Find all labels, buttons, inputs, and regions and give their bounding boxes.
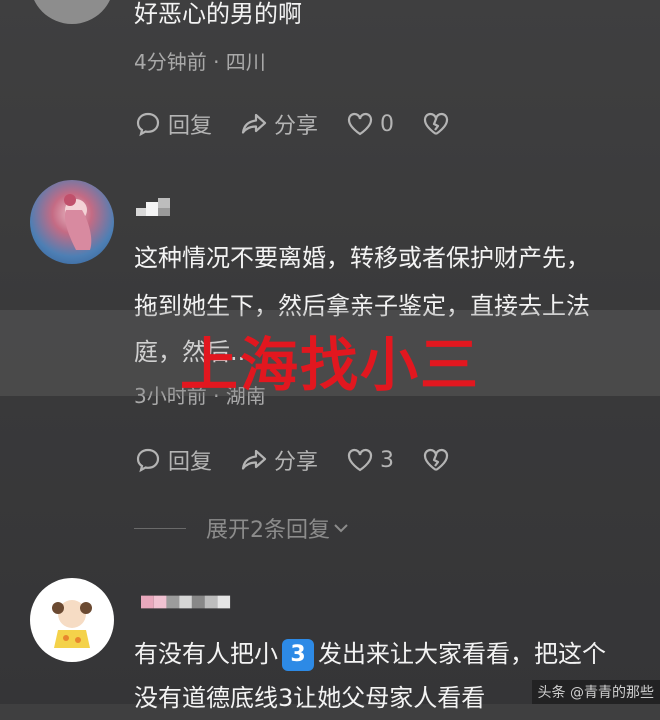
expand-replies-label: 展开2条回复 <box>206 518 330 543</box>
reply-button[interactable]: 回复 <box>134 444 212 476</box>
comment-meta: 4分钟前 · 四川 <box>134 50 266 74</box>
avatar-illustration <box>52 600 92 648</box>
share-icon <box>241 449 267 470</box>
watermark: 头条 @青青的那些 <box>531 680 660 704</box>
share-button[interactable]: 分享 <box>240 108 318 140</box>
broken-heart-icon <box>423 448 449 471</box>
broken-heart-icon <box>423 112 449 135</box>
divider-line <box>134 527 186 529</box>
comment-text-line-1: 有没有人把小 3 发出来让大家看看，把这个 <box>134 632 660 676</box>
number-badge: 3 <box>282 639 314 671</box>
overlay-caption: 上海找小三 <box>180 331 481 399</box>
share-label: 分享 <box>274 114 319 139</box>
dislike-button[interactable] <box>422 110 456 138</box>
like-button[interactable]: 0 <box>346 110 394 138</box>
username-blurred <box>136 198 170 216</box>
comment-text-after-badge: 发出来让大家看看，把这个 <box>318 640 606 668</box>
like-count: 3 <box>380 447 395 473</box>
comment-actions: 回复 分享 0 <box>134 108 484 140</box>
username-blurred <box>141 595 231 609</box>
like-count: 0 <box>380 111 395 137</box>
share-label: 分享 <box>274 450 319 475</box>
comment-text-before-badge: 有没有人把小 <box>134 640 278 668</box>
comment-actions: 回复 分享 3 <box>134 444 484 476</box>
chevron-down-icon <box>334 524 348 533</box>
avatar[interactable] <box>30 0 114 24</box>
share-icon <box>241 113 267 134</box>
avatar[interactable] <box>30 180 114 264</box>
comment-text: 好恶心的男的啊 <box>134 0 302 28</box>
avatar[interactable] <box>30 578 114 662</box>
reply-icon <box>136 448 160 473</box>
like-button[interactable]: 3 <box>346 446 394 474</box>
dislike-button[interactable] <box>422 446 456 474</box>
reply-button[interactable]: 回复 <box>134 108 212 140</box>
reply-label: 回复 <box>168 114 213 139</box>
reply-icon <box>136 112 160 137</box>
reply-label: 回复 <box>168 450 213 475</box>
share-button[interactable]: 分享 <box>240 444 318 476</box>
expand-replies-button[interactable]: 展开2条回复 <box>134 512 352 544</box>
avatar-illustration <box>64 194 92 250</box>
heart-icon <box>347 112 373 136</box>
heart-icon <box>347 448 373 472</box>
comment-text-line-1: 这种情况不要离婚，转移或者保护财产先， <box>134 244 590 272</box>
